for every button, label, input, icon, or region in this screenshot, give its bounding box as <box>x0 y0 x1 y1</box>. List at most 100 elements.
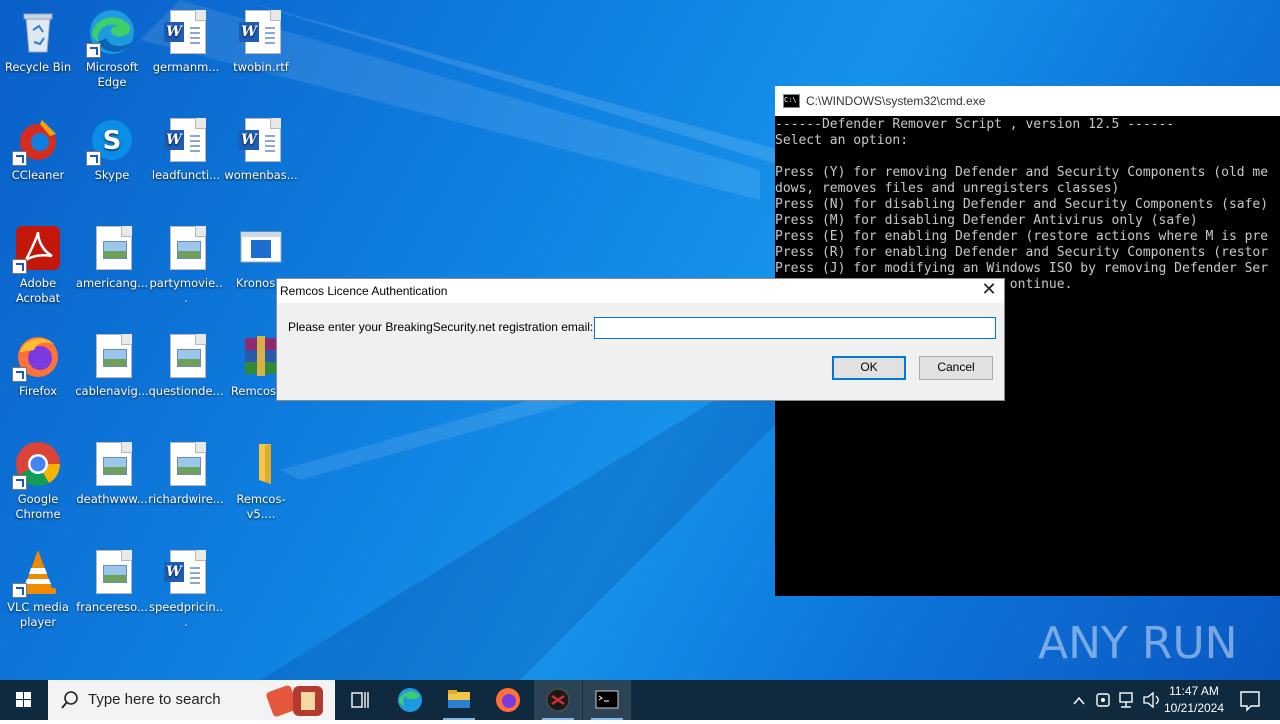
desktop-icon-word-doc[interactable]: W womenbas... <box>223 116 299 183</box>
console-line: Press (Y) for removing Defender and Secu… <box>775 165 1269 180</box>
app-window-icon <box>237 224 285 272</box>
folder-icon <box>237 440 285 488</box>
desktop-icon-image-file[interactable]: richardwire... <box>148 440 224 507</box>
ok-button[interactable]: OK <box>832 356 906 380</box>
network-icon <box>1119 692 1133 708</box>
word-doc-icon: W <box>162 548 210 596</box>
search-placeholder: Type here to search <box>88 691 221 708</box>
anyrun-watermark: ANY RUN <box>1038 618 1238 668</box>
task-view-button[interactable] <box>336 680 384 720</box>
console-line: Press (J) for modifying an Windows ISO b… <box>775 261 1269 276</box>
shortcut-arrow-icon <box>12 367 27 382</box>
word-doc-icon: W <box>237 8 285 56</box>
chevron-up-icon <box>1073 696 1085 705</box>
taskbar-edge-button[interactable] <box>386 680 434 720</box>
watermark-text: ANY RUN <box>1038 618 1238 668</box>
desktop-icon-firefox[interactable]: Firefox <box>0 332 76 399</box>
desktop-icon-microsoft-edge[interactable]: Microsoft Edge <box>74 8 150 90</box>
desktop-icon-skype[interactable]: S Skype <box>74 116 150 183</box>
word-doc-icon: W <box>237 116 285 164</box>
ccleaner-icon <box>12 116 62 166</box>
taskbar-cmd-button[interactable] <box>583 680 631 720</box>
image-file-icon <box>162 332 210 380</box>
desktop-icon-image-file[interactable]: questionde... <box>148 332 224 399</box>
taskbar-file-explorer-button[interactable] <box>435 680 483 720</box>
shortcut-arrow-icon <box>12 583 27 598</box>
folder-icon <box>448 690 470 708</box>
word-doc-icon: W <box>162 8 210 56</box>
desktop: Recycle Bin CCleaner Adobe Acrobat Firef… <box>0 0 1280 680</box>
dialog-title: Remcos Licence Authentication <box>280 284 448 298</box>
recycle-bin-icon <box>14 8 62 56</box>
registration-email-field[interactable] <box>594 317 996 339</box>
console-line: ------Defender Remover Script , version … <box>775 117 1175 132</box>
acrobat-icon <box>12 224 62 274</box>
clock-time: 11:47 AM <box>1169 684 1219 698</box>
edge-icon <box>398 688 422 712</box>
desktop-icon-image-file[interactable]: partymovie... <box>148 224 224 306</box>
shortcut-arrow-icon <box>12 259 27 274</box>
desktop-icon-word-doc[interactable]: W twobin.rtf <box>223 8 299 75</box>
cmd-titlebar[interactable]: C:\ C:\WINDOWS\system32\cmd.exe <box>775 86 1280 116</box>
desktop-icon-image-file[interactable]: americang... <box>74 224 150 291</box>
desktop-icon-google-chrome[interactable]: Google Chrome <box>0 440 76 522</box>
close-icon[interactable]: ✕ <box>974 279 1004 303</box>
console-line: Press (M) for disabling Defender Antivir… <box>775 213 1198 228</box>
console-line: Press (N) for disabling Defender and Sec… <box>775 197 1269 212</box>
taskbar-search-box[interactable]: Type here to search <box>48 680 335 720</box>
image-file-icon <box>88 440 136 488</box>
image-file-icon <box>162 224 210 272</box>
shortcut-arrow-icon <box>12 475 27 490</box>
shortcut-arrow-icon <box>86 151 101 166</box>
word-doc-icon: W <box>162 116 210 164</box>
chrome-icon <box>12 440 62 490</box>
remcos-app-icon <box>546 688 570 712</box>
desktop-icon-recycle-bin[interactable]: Recycle Bin <box>0 8 76 75</box>
image-file-icon <box>88 332 136 380</box>
console-line: dows, removes files and unregisters clas… <box>775 181 1120 196</box>
tray-app-icon <box>1096 693 1110 707</box>
desktop-icon-word-doc[interactable]: W leadfuncti... <box>148 116 224 183</box>
dialog-titlebar[interactable]: Remcos Licence Authentication ✕ <box>277 279 1004 303</box>
windows-logo-icon <box>16 692 31 707</box>
desktop-icon-image-file[interactable]: francereso... <box>74 548 150 615</box>
desktop-icon-adobe-acrobat[interactable]: Adobe Acrobat <box>0 224 76 306</box>
desktop-icon-image-file[interactable]: cablenavig... <box>74 332 150 399</box>
edge-icon <box>86 8 136 58</box>
taskbar-remcos-button[interactable] <box>534 680 582 720</box>
start-button[interactable] <box>0 680 48 720</box>
desktop-icon-ccleaner[interactable]: CCleaner <box>0 116 76 183</box>
email-prompt-label: Please enter your BreakingSecurity.net r… <box>288 320 594 334</box>
desktop-icon-vlc[interactable]: VLC media player <box>0 548 76 630</box>
firefox-icon <box>496 688 520 712</box>
console-line: Press (R) for enabling Defender and Secu… <box>775 245 1269 260</box>
cmd-icon: C:\ <box>783 94 800 108</box>
console-line: Select an option: <box>775 133 909 148</box>
skype-icon: S <box>86 116 136 166</box>
cmd-icon <box>595 690 619 709</box>
clock-date: 10/21/2024 <box>1163 701 1225 715</box>
desktop-icon-word-doc[interactable]: W germanm... <box>148 8 224 75</box>
taskbar: Type here to search 11:47 AM 10/21/2024 <box>0 680 1280 720</box>
desktop-icon-image-file[interactable]: deathwww... <box>74 440 150 507</box>
task-view-icon <box>351 692 369 708</box>
image-file-icon <box>88 548 136 596</box>
desktop-icon-word-doc[interactable]: W speedpricin... <box>148 548 224 630</box>
shortcut-arrow-icon <box>12 151 27 166</box>
taskbar-clock[interactable]: 11:47 AM 10/21/2024 <box>1158 683 1230 717</box>
shortcut-arrow-icon <box>86 43 101 58</box>
firefox-icon <box>12 332 62 382</box>
desktop-icon-remcos-folder[interactable]: Remcos-v5.... <box>223 440 299 522</box>
cmd-title: C:\WINDOWS\system32\cmd.exe <box>806 94 986 108</box>
remcos-licence-dialog[interactable]: Remcos Licence Authentication ✕ Please e… <box>276 278 1005 401</box>
search-highlight-icon <box>266 685 323 717</box>
search-icon <box>61 691 78 709</box>
svg-text:S: S <box>103 126 122 156</box>
cancel-button[interactable]: Cancel <box>919 356 993 380</box>
notifications-icon[interactable] <box>1232 680 1272 720</box>
console-line: Press (E) for enabling Defender (restore… <box>775 229 1269 244</box>
vlc-icon <box>12 548 62 598</box>
taskbar-firefox-button[interactable] <box>484 680 532 720</box>
image-file-icon <box>162 440 210 488</box>
